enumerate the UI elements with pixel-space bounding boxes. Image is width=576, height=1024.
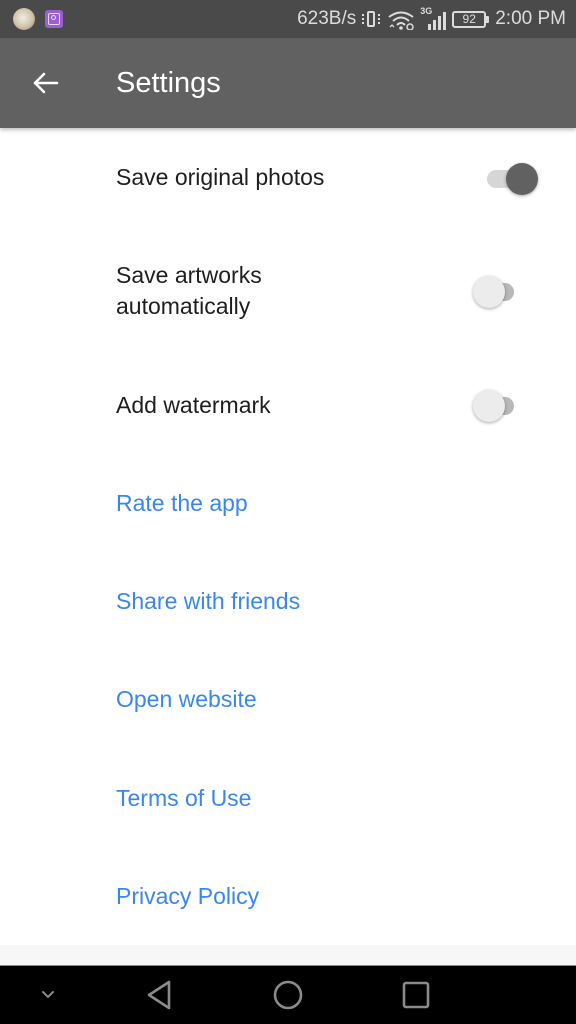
nav-home-button[interactable] xyxy=(263,966,313,1024)
nav-recents-button[interactable] xyxy=(391,966,441,1024)
network-type: 3G xyxy=(420,6,433,16)
share-with-friends-link[interactable]: Share with friends xyxy=(0,566,576,638)
rate-the-app-link[interactable]: Rate the app xyxy=(0,468,576,540)
hide-nav-button[interactable] xyxy=(28,966,68,1024)
wifi-icon xyxy=(388,11,414,30)
setting-label: Add watermark xyxy=(116,392,271,418)
save-artworks-automatically-toggle[interactable] xyxy=(460,271,520,311)
setting-save-original-photos[interactable]: Save original photos xyxy=(0,142,576,214)
signal-icon: 3G xyxy=(420,6,447,30)
setting-save-artworks-automatically[interactable]: Save artworks automatically xyxy=(0,248,576,332)
system-status: 623B/s 3G 92 2:00 PM xyxy=(297,0,566,38)
link-label: Open website xyxy=(116,686,257,712)
recents-square-icon xyxy=(402,981,430,1009)
back-triangle-icon xyxy=(147,980,171,1010)
link-label: Share with friends xyxy=(116,588,301,614)
link-label: Privacy Policy xyxy=(116,883,260,909)
back-button[interactable] xyxy=(0,38,90,128)
page-title: Settings xyxy=(116,66,221,99)
add-watermark-toggle[interactable] xyxy=(460,385,520,425)
setting-label: Save artworks automatically xyxy=(116,262,262,319)
privacy-policy-link[interactable]: Privacy Policy xyxy=(0,862,576,934)
battery-level: 92 xyxy=(452,10,487,28)
network-speed: 623B/s xyxy=(297,8,357,29)
gallery-notification-icon xyxy=(45,10,63,28)
home-circle-icon xyxy=(273,980,303,1010)
setting-label: Save original photos xyxy=(116,164,325,190)
arrow-left-icon xyxy=(33,72,59,94)
open-website-link[interactable]: Open website xyxy=(0,665,576,737)
nav-back-button[interactable] xyxy=(135,966,185,1024)
status-bar: 623B/s 3G 92 2:00 PM xyxy=(0,0,576,38)
battery-icon: 92 xyxy=(452,10,490,28)
link-label: Terms of Use xyxy=(116,785,252,811)
navigation-bar xyxy=(0,966,576,1024)
bottom-divider xyxy=(0,945,576,966)
app-toolbar: Settings xyxy=(0,38,576,128)
terms-of-use-link[interactable]: Terms of Use xyxy=(0,763,576,835)
notification-icons xyxy=(0,8,63,30)
clock: 2:00 PM xyxy=(495,8,566,29)
link-label: Rate the app xyxy=(116,490,248,516)
setting-add-watermark[interactable]: Add watermark xyxy=(0,368,576,440)
chevron-down-icon xyxy=(42,991,54,999)
vibrate-icon xyxy=(362,9,381,29)
avatar-notification-icon xyxy=(13,8,35,30)
save-original-photos-toggle[interactable] xyxy=(460,158,538,198)
